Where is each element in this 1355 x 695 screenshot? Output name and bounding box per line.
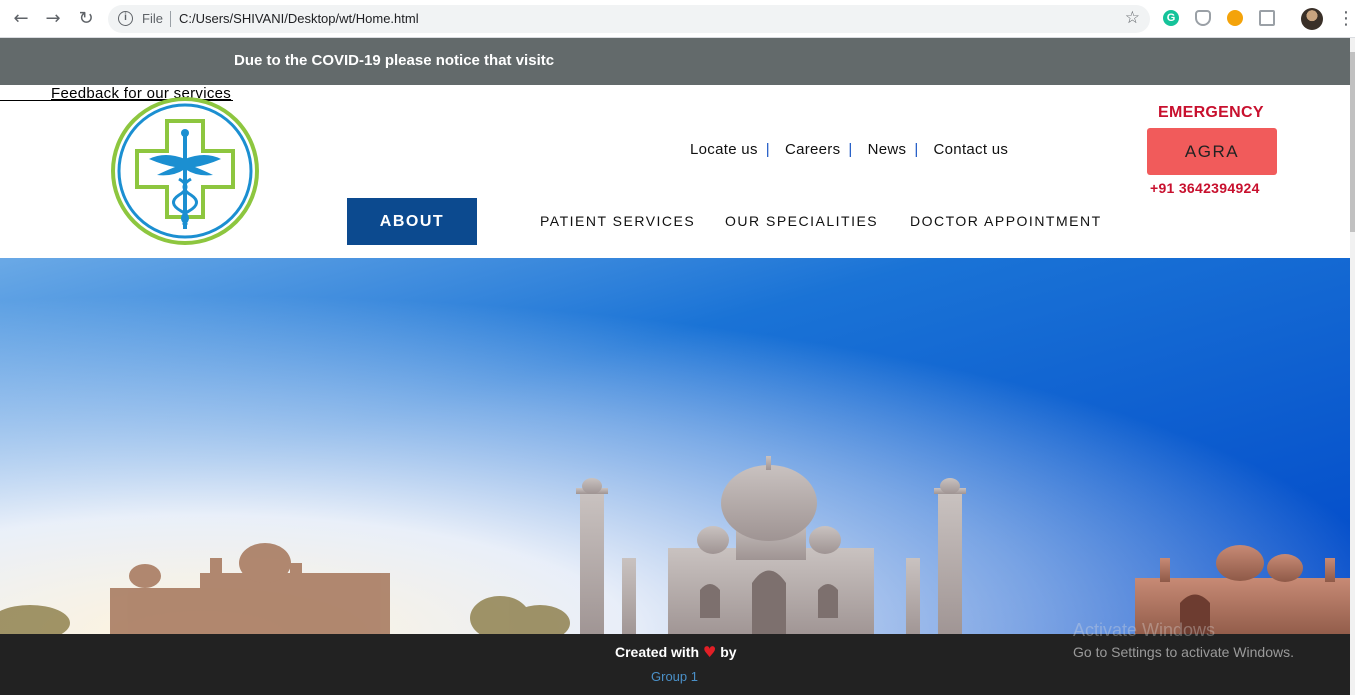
forward-icon[interactable]: →: [42, 8, 64, 30]
windows-activation-title: Activate Windows: [1073, 620, 1216, 640]
doc-icon[interactable]: [1259, 10, 1275, 26]
url-separator: [170, 11, 171, 27]
link-separator: |: [848, 141, 853, 158]
browser-toolbar: ← → ↻ i File C:/Users/SHIVANI/Desktop/wt…: [0, 0, 1355, 38]
emergency-phone[interactable]: +91 3642394924: [1150, 180, 1260, 196]
top-link-contact[interactable]: Contact us: [934, 141, 1009, 158]
back-icon[interactable]: ←: [10, 8, 32, 30]
windows-activation-subtitle: Go to Settings to activate Windows.: [1073, 644, 1294, 660]
url-text[interactable]: C:/Users/SHIVANI/Desktop/wt/Home.html: [179, 11, 419, 26]
nav-about-button[interactable]: ABOUT: [347, 198, 477, 245]
star-icon[interactable]: ☆: [1125, 8, 1140, 28]
nav-patient-services[interactable]: PATIENT SERVICES: [540, 213, 695, 229]
hero-image-taj-mahal: [0, 258, 1350, 634]
hospital-logo: [111, 97, 259, 245]
info-icon[interactable]: i: [118, 11, 133, 26]
link-separator: |: [914, 141, 919, 158]
file-label: File: [142, 11, 163, 26]
menu-dots-icon[interactable]: ⋮: [1337, 8, 1355, 29]
emergency-label: EMERGENCY: [1158, 104, 1264, 121]
reload-icon[interactable]: ↻: [75, 8, 97, 30]
web-page: Due to the COVID-19 please notice that v…: [0, 38, 1350, 695]
nav-doctor-appointment[interactable]: DOCTOR APPOINTMENT: [910, 213, 1102, 229]
nav-our-specialities[interactable]: OUR SPECIALITIES: [725, 213, 878, 229]
top-links: Locate us | Careers | News | Contact us: [690, 141, 1008, 158]
top-link-locate[interactable]: Locate us: [690, 141, 758, 158]
covid-banner: Due to the COVID-19 please notice that v…: [0, 38, 1350, 85]
covid-banner-text: Due to the COVID-19 please notice that v…: [234, 52, 555, 69]
link-separator: |: [765, 141, 770, 158]
avatar[interactable]: [1301, 8, 1323, 30]
footer-credit: Created with ♥ by: [615, 643, 737, 661]
heart-icon: ♥: [702, 643, 717, 661]
top-link-careers[interactable]: Careers: [785, 141, 840, 158]
scrollbar-thumb[interactable]: [1350, 52, 1355, 232]
grammarly-icon[interactable]: G: [1163, 10, 1179, 26]
page-scrollbar[interactable]: [1350, 38, 1355, 695]
city-button[interactable]: AGRA: [1147, 128, 1277, 175]
worker-icon[interactable]: [1227, 10, 1243, 26]
footer-by: by: [720, 644, 737, 660]
address-bar[interactable]: i File C:/Users/SHIVANI/Desktop/wt/Home.…: [108, 5, 1150, 33]
footer-created-with: Created with: [615, 644, 700, 660]
footer-group-link[interactable]: Group 1: [651, 669, 698, 684]
top-link-news[interactable]: News: [868, 141, 907, 158]
shield-icon[interactable]: [1195, 10, 1211, 26]
